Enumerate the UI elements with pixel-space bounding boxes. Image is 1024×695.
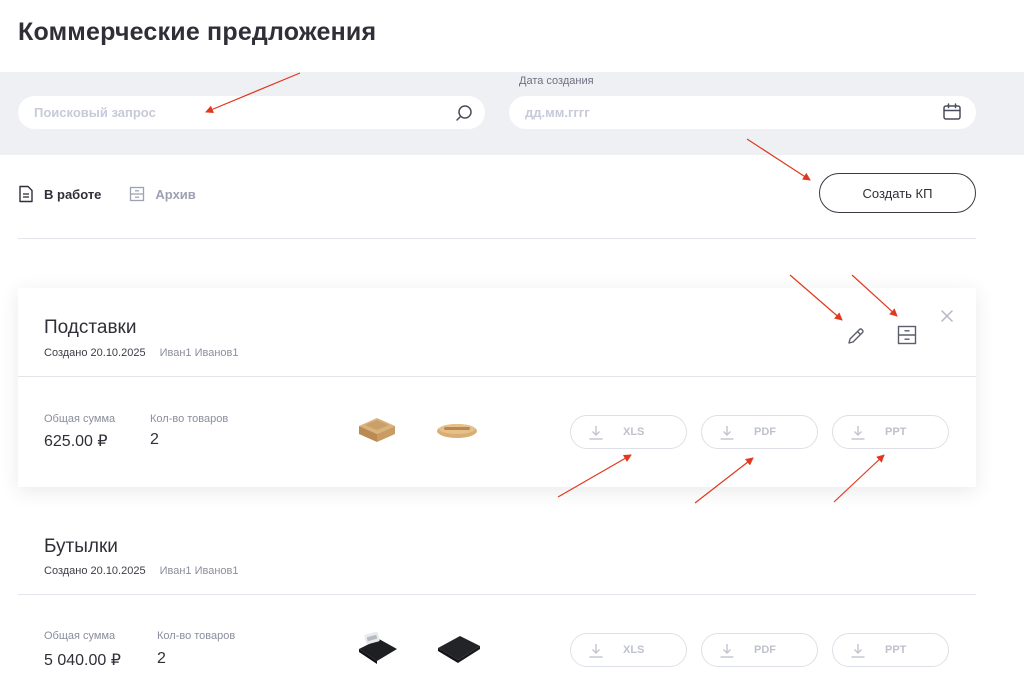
search-field[interactable] [18,96,485,129]
search-icon[interactable] [455,104,473,122]
download-label: PPT [885,426,907,438]
tab-label: В работе [44,186,102,202]
download-label: PPT [885,644,907,656]
calendar-icon[interactable] [942,102,962,122]
download-label: XLS [623,644,645,656]
create-offer-button[interactable]: Создать КП [819,173,976,213]
total-label: Общая сумма [44,630,116,642]
offer-created-date: Создано 20.10.2025 [44,347,146,359]
offer-meta: Создано 20.10.2025 Иван1 Иванов1 [44,347,238,359]
page-title: Коммерческие предложения [18,18,377,46]
divider [18,594,976,595]
offer-meta: Создано 20.10.2025 Иван1 Иванов1 [44,565,238,577]
download-icon [589,644,603,658]
download-icon [851,644,865,658]
download-xls-button[interactable]: XLS [570,633,687,667]
tab-in-progress[interactable]: В работе [18,185,101,203]
download-label: PDF [754,426,776,438]
archive-box-icon[interactable] [897,325,917,345]
download-pdf-button[interactable]: PDF [701,633,818,667]
close-icon[interactable] [940,309,954,323]
divider [18,238,976,239]
offer-created-date: Создано 20.10.2025 [44,565,146,577]
archive-icon [130,186,145,202]
date-input[interactable] [525,96,925,129]
search-input[interactable] [34,96,444,129]
filter-bar: Дата создания [0,72,1024,155]
download-ppt-button[interactable]: PPT [832,633,949,667]
download-ppt-button[interactable]: PPT [832,415,949,449]
download-icon [851,426,865,440]
product-thumbnail-black-case[interactable] [434,630,484,664]
product-thumbnail-wood-holder[interactable] [434,419,480,443]
tab-bar: В работе Архив [18,183,224,205]
offer-author: Иван1 Иванов1 [159,565,239,577]
tab-archive[interactable]: Архив [129,186,196,202]
download-icon [720,644,734,658]
download-icon [589,426,603,440]
pencil-icon[interactable] [846,326,866,346]
product-thumbnail-black-device[interactable] [355,627,401,667]
offer-card[interactable] [18,288,976,487]
download-pdf-button[interactable]: PDF [701,415,818,449]
document-icon [19,185,33,203]
download-label: PDF [754,644,776,656]
offer-title: Бутылки [44,536,118,557]
item-count-value: 2 [157,650,166,667]
total-value: 625.00 ₽ [44,433,108,450]
item-count-label: Кол-во товаров [150,413,229,425]
tab-label: Архив [155,186,196,202]
item-count-value: 2 [150,431,159,448]
item-count-label: Кол-во товаров [157,630,236,642]
download-label: XLS [623,426,645,438]
download-xls-button[interactable]: XLS [570,415,687,449]
date-filter-label: Дата создания [519,75,594,87]
download-icon [720,426,734,440]
divider [18,376,976,377]
total-label: Общая сумма [44,413,116,425]
date-field[interactable] [509,96,976,129]
total-value: 5 040.00 ₽ [44,652,121,669]
offer-title: Подставки [44,317,137,338]
product-thumbnail-wood-stand[interactable] [355,412,399,446]
offer-author: Иван1 Иванов1 [159,347,239,359]
